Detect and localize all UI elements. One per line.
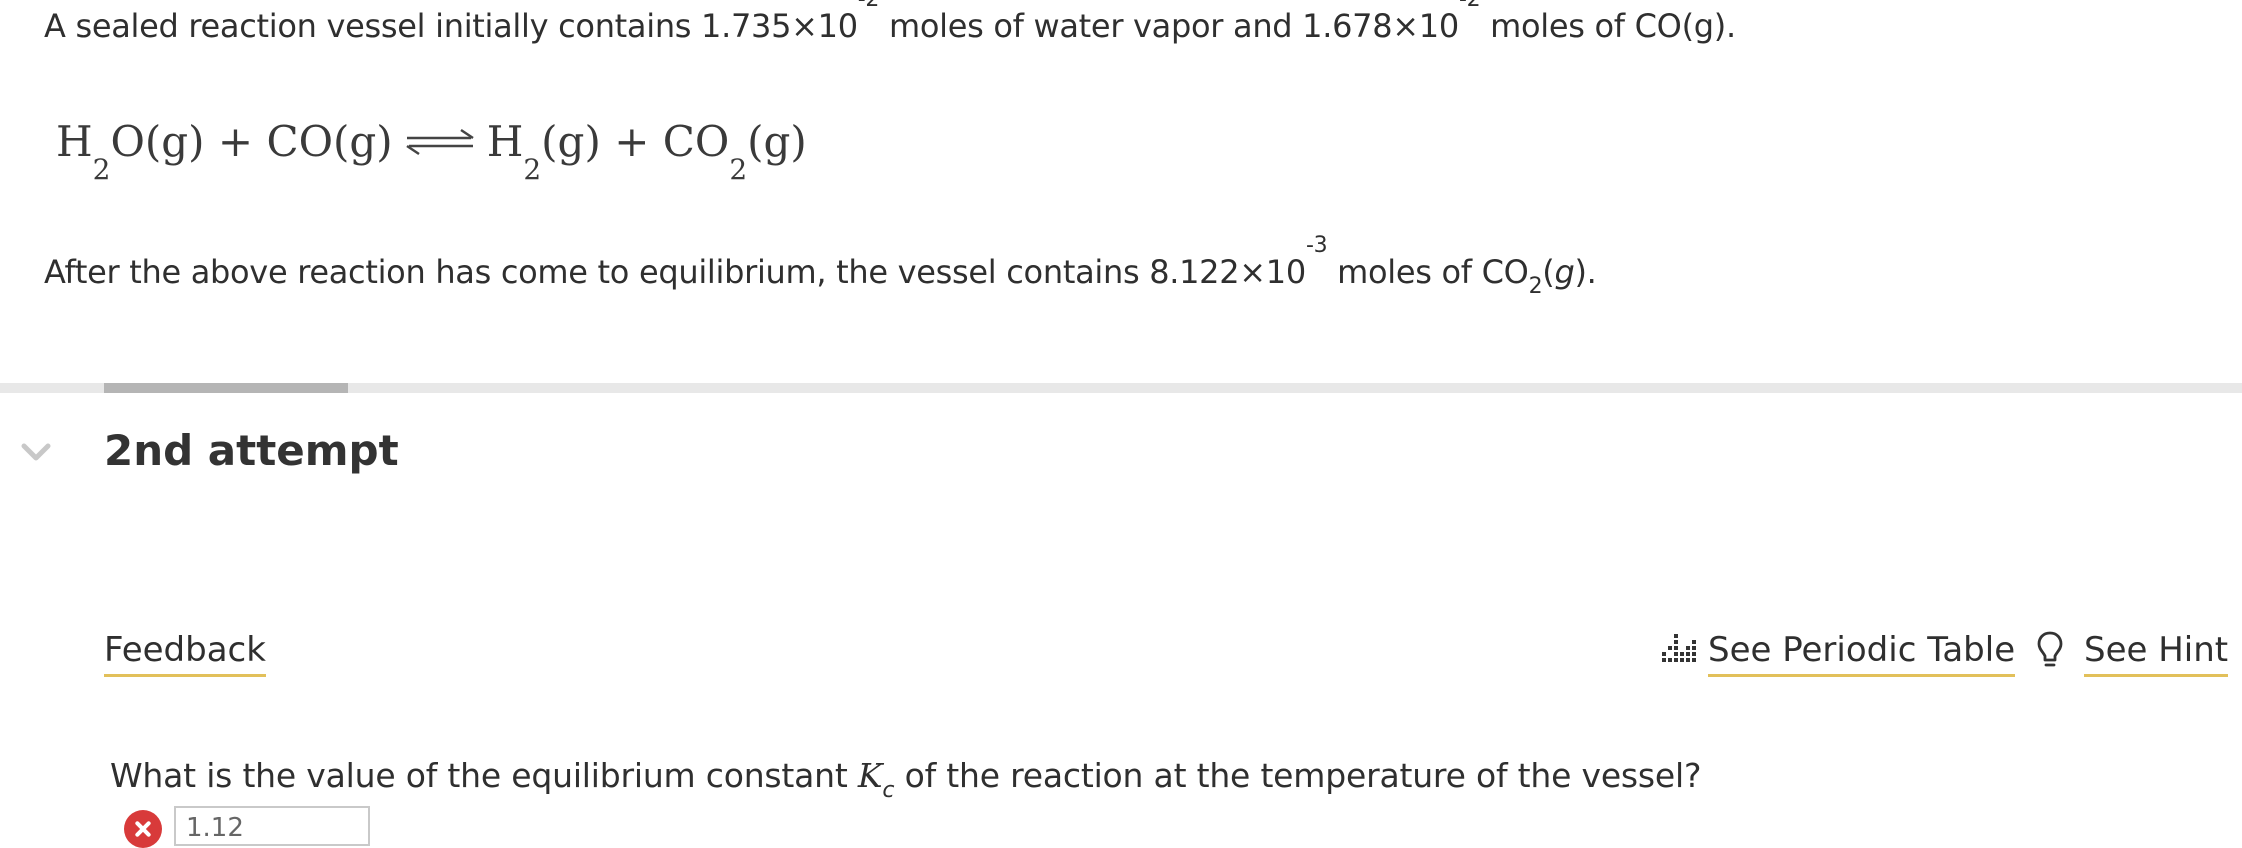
kc-symbol: K	[857, 756, 883, 795]
kc-subscript: c	[882, 778, 895, 803]
intro-text-3: moles of CO(g).	[1480, 7, 1736, 45]
attempt-label: 2nd attempt	[104, 426, 399, 475]
see-hint-link[interactable]: See Hint	[2084, 630, 2229, 677]
chevron-down-icon[interactable]	[20, 440, 52, 464]
intro-text-2: moles of water vapor and 1.678×10	[879, 7, 1459, 45]
reactant-co: CO(g)	[266, 117, 393, 166]
plus-sign: +	[204, 117, 267, 166]
periodic-table-icon[interactable]	[1660, 632, 1698, 664]
chemical-equation: H2O(g) + CO(g) H2(g) + CO2(g)	[56, 116, 807, 187]
reactant-h2o: H2O(g)	[56, 117, 205, 187]
question-text-1: What is the value of the equilibrium con…	[110, 756, 858, 795]
eq-exp: -3	[1305, 233, 1328, 258]
intro-exp-2: -2	[1459, 0, 1481, 12]
product-h2: H2(g)	[486, 117, 601, 187]
equilibrium-statement: After the above reaction has come to equ…	[44, 235, 1597, 298]
lightbulb-icon[interactable]	[2036, 630, 2064, 670]
see-periodic-table-link[interactable]: See Periodic Table	[1708, 630, 2016, 677]
answer-input[interactable]: 1.12	[174, 806, 370, 846]
problem-intro: A sealed reaction vessel initially conta…	[44, 0, 1736, 46]
question-text-2: of the reaction at the temperature of th…	[894, 756, 1702, 795]
intro-text-1: A sealed reaction vessel initially conta…	[44, 7, 858, 45]
eq-text-2: moles of CO	[1327, 253, 1529, 291]
question-text: What is the value of the equilibrium con…	[110, 756, 1702, 802]
eq-text-1: After the above reaction has come to equ…	[44, 253, 1306, 291]
product-co2: CO2(g)	[662, 117, 807, 187]
intro-exp-1: -2	[858, 0, 880, 12]
eq-sub: 2	[1528, 274, 1543, 299]
attempt-progress-fill	[104, 383, 348, 393]
equilibrium-arrow-icon	[406, 128, 474, 156]
wrong-answer-icon	[124, 810, 162, 848]
feedback-link[interactable]: Feedback	[104, 630, 266, 677]
eq-text-3: (g).	[1542, 253, 1597, 291]
plus-sign: +	[600, 117, 663, 166]
